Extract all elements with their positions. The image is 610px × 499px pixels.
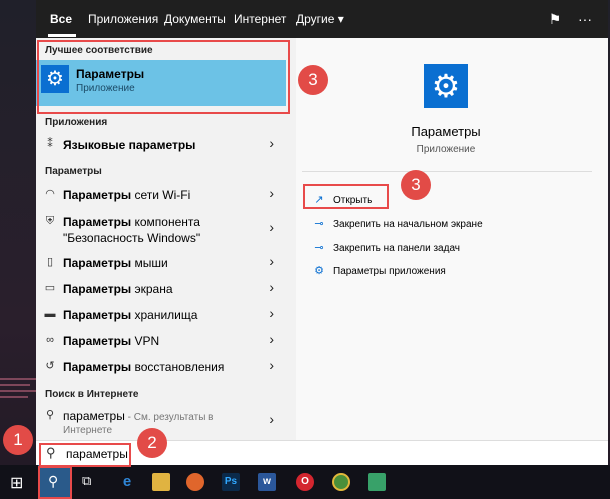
chevron-right-icon: ›: [269, 411, 274, 427]
display-icon: ▭: [44, 282, 56, 294]
highlight-search-box: [39, 443, 131, 467]
chevron-right-icon: ›: [269, 135, 274, 151]
settings-gear-icon: ⚙: [424, 64, 468, 108]
pin-taskbar-action[interactable]: ⊸ Закрепить на панели задач: [312, 241, 460, 254]
shield-icon: ⛨: [45, 215, 55, 227]
list-item-label: Параметры мыши: [63, 256, 168, 270]
list-item[interactable]: ◠ Параметры сети Wi-Fi ›: [36, 184, 286, 206]
detail-subtitle: Приложение: [416, 144, 476, 155]
list-item[interactable]: ∞ Параметры VPN ›: [36, 330, 286, 352]
list-item-label: Параметры экрана: [63, 282, 173, 296]
list-item[interactable]: ↺ Параметры восстановления ›: [36, 356, 286, 378]
list-item-label: Параметры компонента: [63, 215, 200, 229]
chevron-right-icon: ›: [269, 305, 274, 321]
pin-start-action[interactable]: ⊸ Закрепить на начальном экране: [312, 217, 483, 230]
annotation-badge-3: 3: [298, 65, 328, 95]
highlight-search-taskbar-button: [38, 466, 72, 499]
list-item[interactable]: ▯ Параметры мыши ›: [36, 252, 286, 274]
word-icon[interactable]: w: [258, 473, 276, 491]
windows-start-icon[interactable]: ⊞: [10, 473, 23, 493]
pin-start-label: Закрепить на начальном экране: [333, 219, 483, 230]
firefox-icon[interactable]: [186, 473, 204, 491]
vpn-icon: ∞: [46, 334, 54, 346]
task-view-icon[interactable]: ⧉: [82, 473, 91, 489]
gear-icon: ⚙: [314, 265, 324, 277]
more-options-icon[interactable]: ···: [576, 10, 594, 28]
recovery-icon: ↺: [45, 360, 55, 372]
chevron-right-icon: ›: [269, 331, 274, 347]
list-item-label: Параметры восстановления: [63, 360, 225, 374]
list-item[interactable]: ⛨ Параметры компонента "Безопасность Win…: [36, 211, 286, 247]
list-item-label: Параметры сети Wi-Fi: [63, 188, 191, 202]
list-item-label-line2: "Безопасность Windows": [63, 231, 201, 245]
detail-title: Параметры: [411, 124, 481, 139]
edge-icon[interactable]: e: [118, 473, 136, 491]
active-tab-indicator: [48, 34, 76, 37]
tab-more-label: Другие: [296, 12, 335, 26]
search-icon: ⚲: [45, 409, 55, 421]
apps-heading: Приложения: [45, 117, 108, 128]
tab-apps[interactable]: Приложения: [88, 12, 158, 26]
app-settings-label: Параметры приложения: [333, 266, 446, 277]
highlight-best-match: [37, 40, 290, 114]
wifi-icon: ◠: [45, 188, 55, 200]
app-settings-action[interactable]: ⚙ Параметры приложения: [312, 264, 446, 277]
chevron-right-icon: ›: [269, 219, 274, 235]
tab-web[interactable]: Интернет: [234, 12, 286, 26]
chevron-right-icon: ›: [269, 357, 274, 373]
chevron-right-icon: ›: [269, 253, 274, 269]
annotation-badge-2: 2: [137, 428, 167, 458]
pin-taskbar-label: Закрепить на панели задач: [333, 243, 460, 254]
chevron-right-icon: ›: [269, 279, 274, 295]
chrome-icon[interactable]: [332, 473, 350, 491]
search-tab-bar: Все Приложения Документы Интернет Другие…: [36, 0, 608, 38]
tab-more[interactable]: Другие ▾: [296, 12, 344, 26]
list-item[interactable]: ▭ Параметры экрана ›: [36, 278, 286, 300]
annotation-badge-1: 1: [3, 425, 33, 455]
settings-heading: Параметры: [45, 166, 102, 177]
opera-icon[interactable]: O: [296, 473, 314, 491]
file-explorer-icon[interactable]: [152, 473, 170, 491]
pin-icon: ⊸: [314, 218, 324, 230]
web-search-label: параметры - См. результаты в: [63, 409, 214, 423]
list-item-label: Языковые параметры: [63, 138, 196, 152]
mouse-icon: ▯: [46, 256, 54, 268]
web-search-heading: Поиск в Интернете: [45, 389, 139, 400]
taskbar: ⊞ ⚲ ⧉ e Ps w O: [0, 465, 610, 499]
chevron-right-icon: ›: [269, 185, 274, 201]
detail-pane: ⚙ Параметры Приложение ↗ Открыть ⊸ Закрепи…: [296, 38, 608, 440]
list-item[interactable]: ▬ Параметры хранилища ›: [36, 304, 286, 326]
web-search-hint-line2: Интернете: [63, 425, 113, 436]
divider: [302, 171, 592, 172]
feedback-icon[interactable]: ⚑: [546, 10, 564, 28]
chevron-down-icon: ▾: [337, 12, 344, 26]
storage-icon: ▬: [44, 308, 56, 320]
tab-documents[interactable]: Документы: [164, 12, 226, 26]
list-item-label: Параметры хранилища: [63, 308, 198, 322]
annotation-badge-3b: 3: [401, 170, 431, 200]
list-item-label: Параметры VPN: [63, 334, 160, 348]
highlight-open-action: [303, 184, 389, 209]
pin-taskbar-icon: ⊸: [314, 242, 324, 254]
language-icon: ⁑: [47, 138, 53, 150]
list-item[interactable]: ⁑ Языковые параметры ›: [36, 134, 286, 156]
tab-all[interactable]: Все: [50, 12, 72, 26]
app-icon[interactable]: [368, 473, 386, 491]
photoshop-icon[interactable]: Ps: [222, 473, 240, 491]
